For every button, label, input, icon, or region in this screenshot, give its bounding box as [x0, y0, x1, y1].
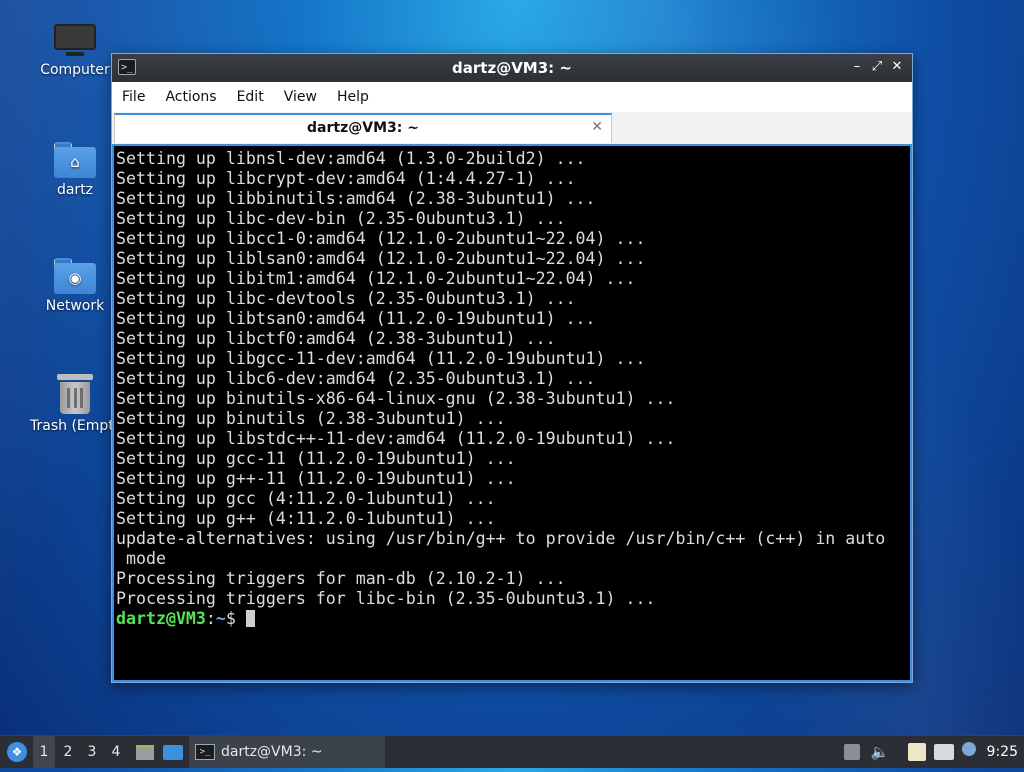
terminal-line: Setting up libcc1-0:amd64 (12.1.0-2ubunt…	[116, 229, 646, 248]
close-button[interactable]: ✕	[888, 58, 906, 76]
terminal-line: Setting up libbinutils:amd64 (2.38-3ubun…	[116, 189, 596, 208]
window-titlebar[interactable]: >_ dartz@VM3: ~ – ⤢ ✕	[112, 54, 912, 82]
terminal-line: Setting up libstdc++-11-dev:amd64 (11.2.…	[116, 429, 676, 448]
terminal-output[interactable]: Setting up libnsl-dev:amd64 (1.3.0-2buil…	[112, 144, 912, 682]
menu-edit[interactable]: Edit	[227, 82, 274, 112]
terminal-line: Setting up liblsan0:amd64 (12.1.0-2ubunt…	[116, 249, 646, 268]
prompt-symbol: $	[225, 609, 246, 628]
computer-icon	[54, 24, 96, 58]
clock[interactable]: 9:25	[987, 736, 1018, 768]
terminal-line: Setting up g++ (4:11.2.0-1ubuntu1) ...	[116, 509, 496, 528]
prompt-user-host: dartz@VM3	[116, 609, 206, 628]
desktop-icon-home[interactable]: ⌂ dartz	[30, 142, 120, 198]
start-menu-button[interactable]: ❖	[4, 736, 30, 768]
text-cursor	[245, 610, 255, 627]
desktop-icon-network[interactable]: ◉ Network	[30, 258, 120, 314]
terminal-line: mode	[116, 549, 166, 568]
network-icon[interactable]	[934, 744, 954, 760]
terminal-line: Processing triggers for man-db (2.10.2-1…	[116, 569, 566, 588]
desktop-icon-label: Trash (Empty)	[30, 418, 128, 434]
desktop-icon-label: Network	[45, 298, 105, 314]
terminal-line: Setting up binutils (2.38-3ubuntu1) ...	[116, 409, 506, 428]
menu-view[interactable]: View	[274, 82, 327, 112]
menu-file[interactable]: File	[112, 82, 155, 112]
tab-bar: dartz@VM3: ~ ✕	[112, 112, 912, 144]
terminal-line: Setting up libnsl-dev:amd64 (1.3.0-2buil…	[116, 149, 586, 168]
notification-icon[interactable]	[962, 742, 976, 756]
desktop-icon-computer[interactable]: Computer	[30, 24, 120, 78]
terminal-tab[interactable]: dartz@VM3: ~ ✕	[114, 113, 612, 143]
terminal-line: Setting up gcc (4:11.2.0-1ubuntu1) ...	[116, 489, 496, 508]
home-folder-icon: ⌂	[54, 142, 96, 178]
terminal-line: Setting up libc-dev-bin (2.35-0ubuntu3.1…	[116, 209, 566, 228]
workspace-3[interactable]: 3	[81, 736, 103, 768]
desktop-icon-label: dartz	[56, 182, 94, 198]
file-manager-icon	[136, 745, 154, 760]
trash-icon	[57, 374, 93, 414]
window-title: dartz@VM3: ~	[452, 59, 572, 77]
show-desktop-button[interactable]	[161, 736, 185, 768]
terminal-line: Setting up binutils-x86-64-linux-gnu (2.…	[116, 389, 676, 408]
terminal-line: Setting up libc-devtools (2.35-0ubuntu3.…	[116, 289, 576, 308]
desktop-icon-trash[interactable]: Trash (Empty)	[30, 374, 128, 434]
eject-icon[interactable]	[844, 744, 860, 760]
file-manager-launcher[interactable]	[134, 736, 156, 768]
terminal-line: update-alternatives: using /usr/bin/g++ …	[116, 529, 886, 548]
prompt-path: ~	[215, 609, 226, 628]
start-menu-icon: ❖	[7, 742, 27, 762]
workspace-2[interactable]: 2	[57, 736, 79, 768]
network-folder-icon: ◉	[54, 258, 96, 294]
taskbar: ❖ 1 2 3 4 >_ dartz@VM3: ~ 🔈 9:25	[0, 735, 1024, 768]
terminal-line: Setting up libitm1:amd64 (12.1.0-2ubuntu…	[116, 269, 636, 288]
menu-bar: File Actions Edit View Help	[112, 82, 912, 113]
taskbar-terminal-task[interactable]: >_ dartz@VM3: ~	[189, 736, 385, 768]
clipboard-icon[interactable]	[908, 743, 926, 761]
workspace-1[interactable]: 1	[33, 736, 55, 768]
terminal-prompt-line[interactable]: dartz@VM3:~$	[116, 609, 910, 629]
tab-title: dartz@VM3: ~	[307, 120, 419, 136]
maximize-button[interactable]: ⤢	[868, 58, 886, 76]
minimize-button[interactable]: –	[848, 58, 866, 76]
menu-actions[interactable]: Actions	[155, 82, 226, 112]
terminal-window[interactable]: >_ dartz@VM3: ~ – ⤢ ✕ File Actions Edit Vie…	[111, 53, 913, 683]
terminal-line: Setting up libc6-dev:amd64 (2.35-0ubuntu…	[116, 369, 596, 388]
terminal-line: Setting up libcrypt-dev:amd64 (1:4.4.27-…	[116, 169, 576, 188]
show-desktop-icon	[163, 745, 183, 760]
volume-icon[interactable]: 🔈	[870, 736, 890, 768]
terminal-line: Setting up g++-11 (11.2.0-19ubuntu1) ...	[116, 469, 516, 488]
desktop-icon-label: Computer	[40, 62, 110, 78]
task-label: dartz@VM3: ~	[221, 744, 323, 760]
terminal-line: Setting up gcc-11 (11.2.0-19ubuntu1) ...	[116, 449, 516, 468]
terminal-line: Setting up libgcc-11-dev:amd64 (11.2.0-1…	[116, 349, 646, 368]
terminal-task-icon: >_	[195, 744, 215, 760]
menu-help[interactable]: Help	[327, 82, 379, 112]
tab-close-icon[interactable]: ✕	[591, 119, 603, 135]
terminal-line: Setting up libctf0:amd64 (2.38-3ubuntu1)…	[116, 329, 556, 348]
prompt-separator: :	[205, 609, 216, 628]
terminal-line: Setting up libtsan0:amd64 (11.2.0-19ubun…	[116, 309, 596, 328]
terminal-line: Processing triggers for libc-bin (2.35-0…	[116, 589, 656, 608]
workspace-4[interactable]: 4	[105, 736, 127, 768]
